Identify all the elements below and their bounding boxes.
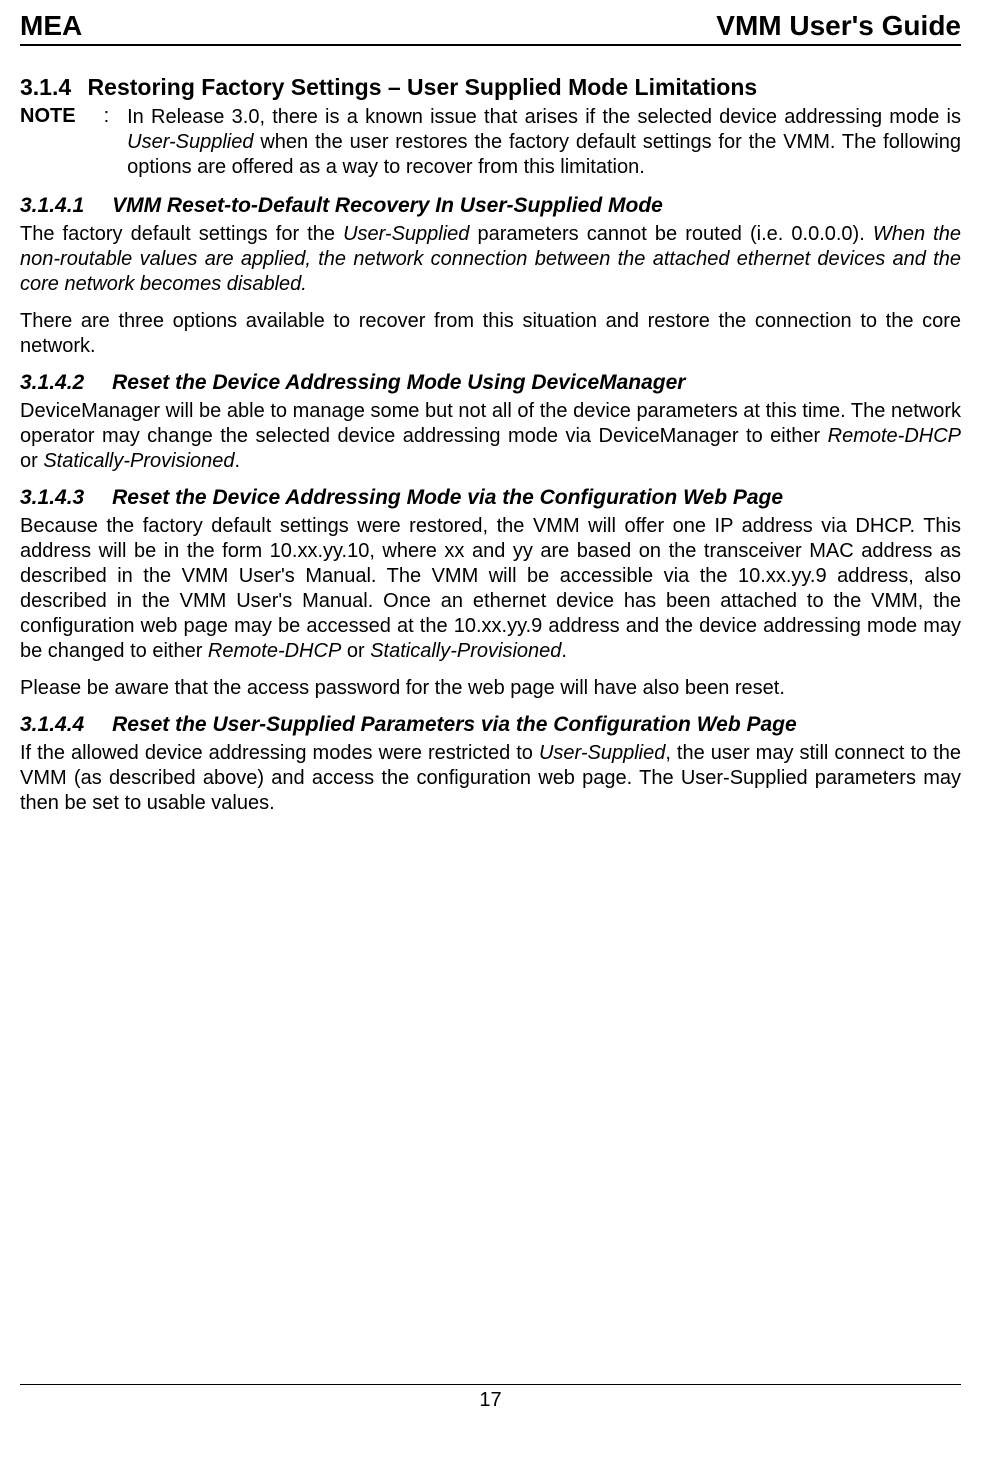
note-label: NOTE xyxy=(20,105,104,127)
subsection-2-title: Reset the Device Addressing Mode Using D… xyxy=(112,371,685,394)
subsection-4-title: Reset the User-Supplied Parameters via t… xyxy=(112,713,797,736)
subsection-3-number: 3.1.4.3 xyxy=(20,486,84,510)
sub2-p1-italic1: Remote-DHCP xyxy=(828,425,961,447)
footer-divider xyxy=(20,1384,961,1385)
subsection-3-p1: Because the factory default settings wer… xyxy=(20,514,961,664)
section-number: 3.1.4 xyxy=(20,74,71,101)
header-left-title: MEA xyxy=(20,10,82,42)
sub1-p1-pre: The factory default settings for the xyxy=(20,223,343,245)
sub3-p1-post: . xyxy=(561,640,567,662)
subsection-2-p1: DeviceManager will be able to manage som… xyxy=(20,399,961,474)
subsection-3-p2: Please be aware that the access password… xyxy=(20,676,961,701)
subsection-4-p1: If the allowed device addressing modes w… xyxy=(20,741,961,816)
subsection-2-number: 3.1.4.2 xyxy=(20,371,84,395)
note-label-wrap: NOTE: xyxy=(20,105,109,180)
sub2-p1-mid: or xyxy=(20,450,43,472)
subsection-1-p2: There are three options available to rec… xyxy=(20,309,961,359)
note-text: In Release 3.0, there is a known issue t… xyxy=(109,105,961,180)
note-text-pre: In Release 3.0, there is a known issue t… xyxy=(127,106,961,128)
sub3-p1-italic1: Remote-DHCP xyxy=(208,640,341,662)
header-right-title: VMM User's Guide xyxy=(716,10,961,42)
section-heading: 3.1.4 Restoring Factory Settings – User … xyxy=(20,74,961,101)
note-text-italic: User-Supplied xyxy=(127,131,253,153)
section-title: Restoring Factory Settings – User Suppli… xyxy=(88,74,758,100)
subsection-1-heading: 3.1.4.1 VMM Reset-to-Default Recovery In… xyxy=(20,194,961,218)
sub3-p1-italic2: Statically-Provisioned xyxy=(370,640,561,662)
subsection-3-heading: 3.1.4.3 Reset the Device Addressing Mode… xyxy=(20,486,961,510)
sub1-p1-italic1: User-Supplied xyxy=(343,223,469,245)
subsection-1-number: 3.1.4.1 xyxy=(20,194,84,218)
sub3-p1-mid: or xyxy=(341,640,370,662)
sub1-p1-mid: parameters cannot be routed (i.e. 0.0.0.… xyxy=(469,223,872,245)
page-footer: 17 xyxy=(20,1384,961,1412)
note-block: NOTE: In Release 3.0, there is a known i… xyxy=(20,105,961,180)
page-number: 17 xyxy=(20,1389,961,1412)
sub4-p1-pre: If the allowed device addressing modes w… xyxy=(20,742,539,764)
subsection-1-title: VMM Reset-to-Default Recovery In User-Su… xyxy=(112,194,663,217)
sub2-p1-pre: DeviceManager will be able to manage som… xyxy=(20,400,961,447)
sub4-p1-italic: User-Supplied xyxy=(539,742,665,764)
subsection-4-number: 3.1.4.4 xyxy=(20,713,84,737)
subsection-4-heading: 3.1.4.4 Reset the User-Supplied Paramete… xyxy=(20,713,961,737)
subsection-1-p1: The factory default settings for the Use… xyxy=(20,222,961,297)
subsection-2-heading: 3.1.4.2 Reset the Device Addressing Mode… xyxy=(20,371,961,395)
subsection-3-title: Reset the Device Addressing Mode via the… xyxy=(112,486,783,509)
document-header: MEA VMM User's Guide xyxy=(20,10,961,46)
sub2-p1-italic2: Statically-Provisioned xyxy=(43,450,234,472)
sub2-p1-post: . xyxy=(235,450,241,472)
